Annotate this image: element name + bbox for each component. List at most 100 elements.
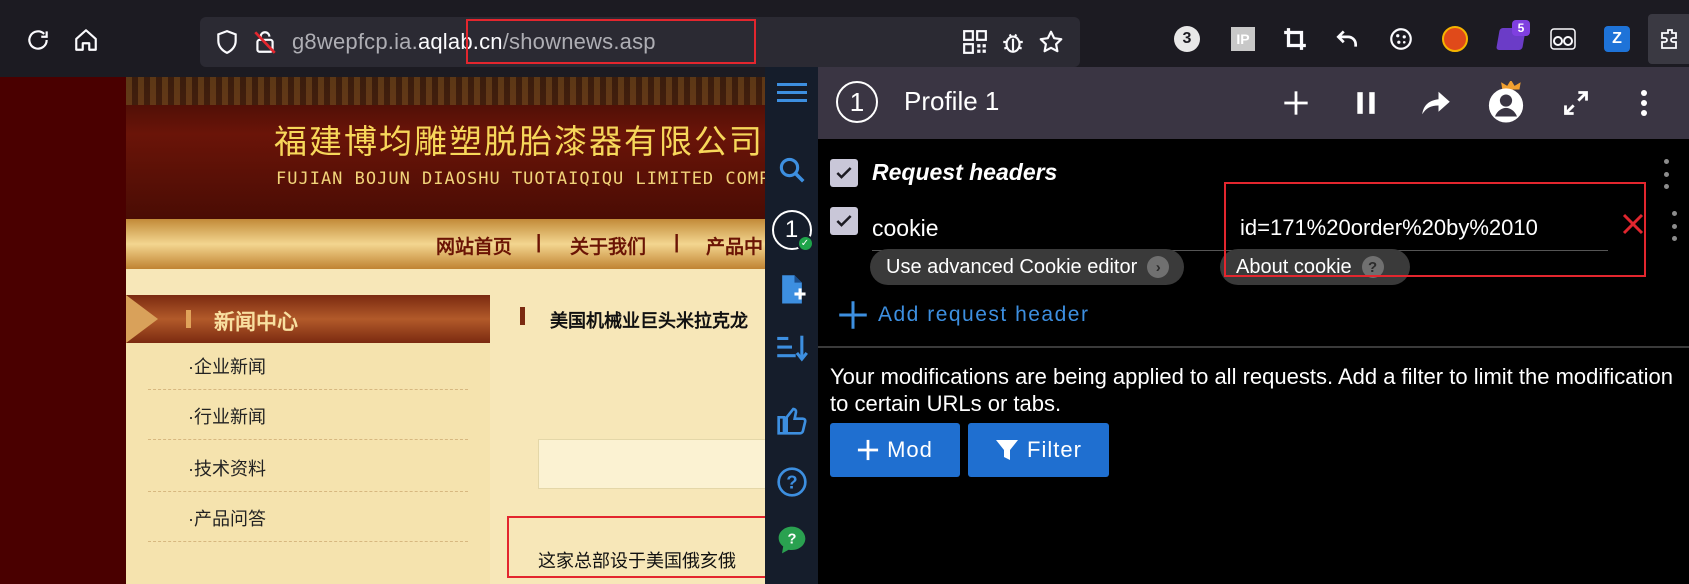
more-options-icon[interactable] (1622, 81, 1666, 125)
hackbar-extension-icon[interactable] (1438, 22, 1472, 56)
star-icon[interactable] (1038, 29, 1064, 60)
delete-header-icon[interactable] (1616, 207, 1650, 241)
category-industry-news[interactable]: ·行业新闻 (188, 403, 266, 429)
advanced-cookie-editor-chip[interactable]: Use advanced Cookie editor › (870, 249, 1184, 285)
counter-extension-icon[interactable]: 3 (1170, 22, 1204, 56)
page-left-margin (0, 77, 126, 584)
site-subtitle: FUJIAN BOJUN DIAOSHU TUOTAIQIQU LIMITED … (276, 169, 766, 189)
news-center-title: 新闻中心 (214, 311, 298, 334)
check-icon: ✓ (796, 235, 814, 252)
notification-badge: 5 (1512, 20, 1530, 36)
list-divider (148, 541, 468, 542)
news-category-list: ·企业新闻 ·行业新闻 ·技术资料 ·产品问答 (126, 343, 490, 584)
feedback-icon[interactable]: ? (765, 515, 818, 565)
add-filter-button[interactable]: Filter (968, 423, 1109, 477)
header-name-value: cookie (872, 215, 939, 241)
mod-button-label: Mod (887, 437, 933, 462)
request-headers-title: Request headers (872, 159, 1058, 185)
add-mod-button[interactable]: Mod (830, 423, 960, 477)
list-divider (148, 439, 468, 440)
modheader-panel: 1 Profile 1 Request headers cookie id=17… (818, 67, 1689, 584)
svg-text:?: ? (786, 472, 797, 493)
share-icon[interactable] (1414, 81, 1458, 125)
add-profile-icon[interactable] (765, 265, 818, 315)
nav-separator: | (536, 232, 542, 253)
article-title-mark (520, 307, 525, 325)
modification-notice: Your modifications are being applied to … (830, 364, 1673, 416)
bug-icon[interactable] (1000, 29, 1026, 60)
section-divider (818, 346, 1689, 348)
reload-icon[interactable] (18, 20, 58, 60)
modheader-rail: 1 ✓ ? ? (765, 67, 818, 584)
notification-extension-icon[interactable]: 5 (1494, 20, 1530, 56)
url-bar[interactable]: g8wepfcp.ia.aqlab.cn/shownews.asp (200, 17, 1080, 67)
insecure-lock-icon[interactable] (252, 29, 278, 60)
undo-icon[interactable] (1330, 22, 1364, 56)
profile-badge[interactable]: 1 (836, 81, 878, 123)
nav-products[interactable]: 产品中 (706, 232, 763, 259)
about-cookie-chip[interactable]: About cookie? (1220, 249, 1410, 285)
account-icon[interactable] (1484, 81, 1528, 125)
site-header: 福建博均雕塑脱胎漆器有限公司 FUJIAN BOJUN DIAOSHU TUOT… (126, 77, 766, 219)
about-cookie-label: About cookie (1236, 255, 1352, 278)
site-title: 福建博均雕塑脱胎漆器有限公司 (274, 122, 764, 161)
qr-code-icon[interactable] (962, 29, 988, 60)
cookie-icon[interactable] (1384, 22, 1418, 56)
profile-number: 1 (784, 216, 799, 243)
arrow-decoration (126, 295, 158, 343)
article-meta-box: 发 (538, 439, 766, 489)
category-tech-docs[interactable]: ·技术资料 (188, 455, 266, 481)
url-text[interactable]: g8wepfcp.ia.aqlab.cn/shownews.asp (292, 29, 656, 55)
header-value-field[interactable]: id=171%20order%20by%2010 (1218, 207, 1608, 251)
url-prefix: g8wepfcp.ia. (292, 29, 418, 54)
nav-about[interactable]: 关于我们 (570, 232, 646, 259)
home-icon[interactable] (66, 20, 106, 60)
url-path: /shownews.asp (502, 29, 656, 54)
browser-toolbar: g8wepfcp.ia.aqlab.cn/shownews.asp 3 IP 5… (0, 0, 1689, 77)
extensions-icon[interactable] (1648, 14, 1689, 64)
profile-title[interactable]: Profile 1 (904, 86, 999, 117)
list-divider (148, 389, 468, 390)
header-ornament-band (126, 77, 766, 105)
request-headers-checkbox[interactable] (830, 159, 858, 187)
profile-header: 1 Profile 1 (818, 67, 1689, 139)
site-nav: 网站首页 | 关于我们 | 产品中 (126, 219, 766, 269)
header-mark (186, 310, 191, 328)
shield-icon[interactable] (214, 29, 240, 60)
plus-icon (858, 439, 879, 461)
advanced-cookie-editor-label: Use advanced Cookie editor (886, 255, 1138, 278)
filter-button-label: Filter (1027, 437, 1082, 462)
pause-icon[interactable] (1344, 81, 1388, 125)
profile-1-button[interactable]: 1 ✓ (765, 205, 818, 255)
header-name-field[interactable]: cookie (872, 207, 1232, 251)
website-content: 福建博均雕塑脱胎漆器有限公司 FUJIAN BOJUN DIAOSHU TUOT… (126, 77, 766, 584)
glasses-icon[interactable] (1546, 22, 1580, 56)
news-center-header: 新闻中心 (126, 295, 490, 343)
filter-icon (996, 440, 1019, 460)
sort-icon[interactable] (765, 323, 818, 373)
article-body: 这家总部设于美国俄亥俄 (538, 551, 736, 571)
nav-home[interactable]: 网站首页 (436, 232, 512, 259)
search-icon[interactable] (765, 145, 818, 195)
article-title: 美国机械业巨头米拉克龙 (550, 311, 748, 331)
url-domain: aqlab.cn (417, 29, 503, 54)
header-enabled-checkbox[interactable] (830, 207, 858, 235)
screen: g8wepfcp.ia.aqlab.cn/shownews.asp 3 IP 5… (0, 0, 1689, 584)
chevron-right-icon: › (1147, 256, 1170, 278)
crop-icon[interactable] (1278, 22, 1312, 56)
header-more-icon[interactable] (1664, 211, 1684, 241)
help-icon[interactable]: ? (765, 457, 818, 507)
section-more-icon[interactable] (1656, 159, 1676, 189)
help-circle-icon: ? (1361, 256, 1384, 278)
ip-icon[interactable]: IP (1226, 22, 1260, 56)
translate-extension-icon[interactable]: Z (1600, 22, 1634, 56)
menu-icon[interactable] (765, 67, 818, 117)
list-divider (148, 491, 468, 492)
add-icon[interactable] (1274, 81, 1318, 125)
category-product-qa[interactable]: ·产品问答 (188, 505, 266, 531)
svg-text:?: ? (787, 531, 796, 547)
category-company-news[interactable]: ·企业新闻 (188, 353, 266, 379)
expand-icon[interactable] (1554, 81, 1598, 125)
add-request-header-button[interactable]: Add request header (838, 295, 1089, 335)
thumbs-up-icon[interactable] (765, 395, 818, 445)
